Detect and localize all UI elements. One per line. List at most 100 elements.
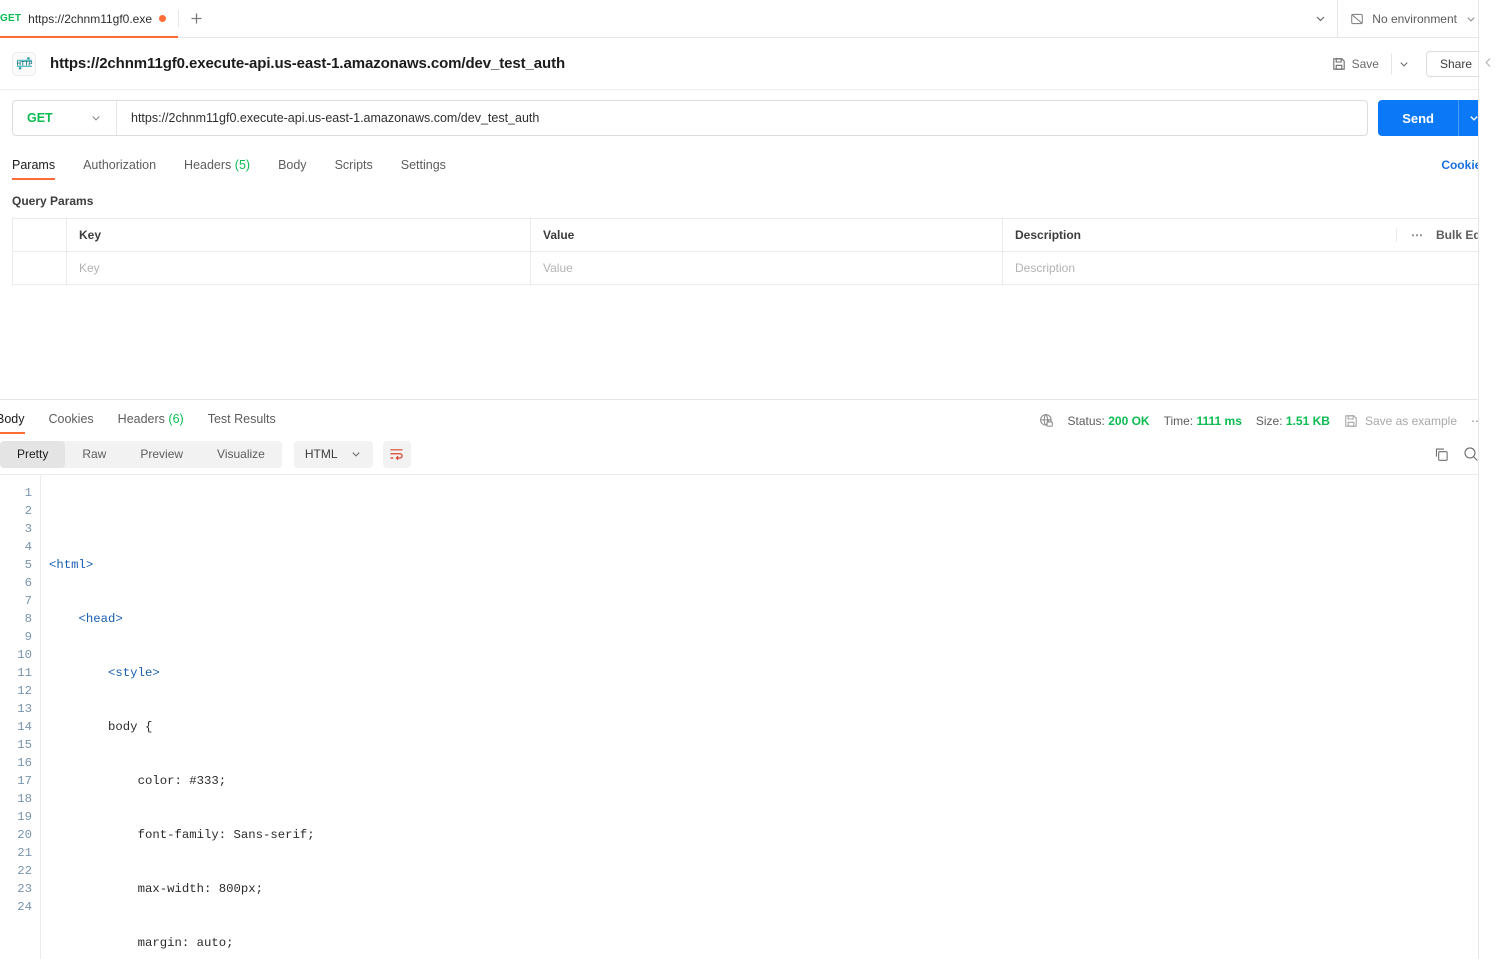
unsaved-dot-icon [159,15,167,22]
line-number: 22 [17,864,32,878]
bulk-edit-controls: ⋯ Bulk Edit [1395,228,1488,242]
format-label: HTML [304,447,338,461]
send-button[interactable]: Send [1378,100,1458,136]
status-label-group: Status: 200 OK [1068,414,1150,428]
tab-authorization-label: Authorization [83,158,157,172]
code-line-7: max-width: 800px; [41,880,1500,898]
svg-text:HTTP: HTTP [16,61,32,67]
line-number: 16 [17,756,32,770]
line-number: 15 [17,738,32,752]
code-content[interactable]: <html> <head> <style> body { color: #333… [40,475,1500,959]
tab-bar-spacer [213,0,1303,37]
row-checkbox-cell[interactable] [13,252,67,284]
collapse-panel-icon[interactable] [1484,57,1493,68]
tab-headers-label: Headers [184,158,232,172]
code-token: <style> [108,666,160,680]
time-label: Time: [1163,413,1194,428]
tab-headers-count: (5) [234,158,251,172]
table-header-row: Key Value Description ⋯ Bulk Edit [13,219,1488,252]
response-tab-headers[interactable]: Headers (6) [118,412,184,434]
word-wrap-button[interactable] [382,440,411,468]
tab-settings[interactable]: Settings [401,158,446,180]
chevron-down-icon [90,112,102,124]
line-number: 9 [24,630,32,644]
save-button[interactable]: Save [1324,52,1387,76]
line-number: 24 [17,900,32,914]
status-value: 200 OK [1108,413,1150,428]
copy-button[interactable] [1426,441,1456,468]
send-button-group: Send [1378,100,1488,136]
tab-scripts[interactable]: Scripts [335,158,373,180]
environment-label: No environment [1372,11,1457,26]
chevron-down-icon [350,448,362,460]
size-label-group: Size: 1.51 KB [1256,414,1330,428]
tab-bar-right-controls: No environment [1303,0,1500,37]
column-header-key: Key [67,219,531,251]
new-tab-button[interactable] [179,0,213,37]
save-as-example-button[interactable]: Save as example [1344,414,1457,428]
tab-params[interactable]: Params [12,158,56,180]
response-view-toolbar: Pretty Raw Preview Visualize HTML [0,434,1500,474]
segment-raw[interactable]: Raw [65,441,123,468]
line-number: 14 [17,720,32,734]
response-tab-test-results-label: Test Results [207,412,276,426]
tab-overflow-button[interactable] [1303,0,1337,37]
line-number: 12 [17,684,32,698]
http-icon: HTTP [12,51,36,76]
network-lock-icon [1039,413,1054,428]
chevron-down-icon [1465,13,1477,25]
save-options-button[interactable] [1390,52,1416,75]
code-line-6: font-family: Sans-serif; [41,826,1500,844]
response-tab-test-results[interactable]: Test Results [208,412,276,434]
table-row: Key Value Description [13,252,1488,285]
line-number: 4 [24,540,32,554]
line-number: 21 [17,846,32,860]
environment-selector[interactable]: No environment [1337,0,1487,37]
code-token: <html> [49,558,94,572]
param-key-input[interactable]: Key [67,252,531,284]
time-label-group: Time: 1111 ms [1164,414,1242,428]
response-body-code[interactable]: 1 2 3 4 5 6 7 8 9 10 11 12 13 14 15 16 17 18 19 20 21 22 23 24 … [0,474,1500,959]
param-value-input[interactable]: Value [531,252,1003,284]
line-number: 17 [17,774,32,788]
line-number: 11 [17,666,32,680]
format-selector[interactable]: HTML [293,440,373,468]
select-all-cell[interactable] [13,219,67,251]
segment-visualize[interactable]: Visualize [200,441,282,468]
search-icon [1463,446,1479,462]
line-number: 3 [24,522,32,536]
param-description-input[interactable]: Description [1003,252,1488,284]
code-line-2: <head> [41,610,1500,628]
url-input[interactable]: https://2chnm11gf0.execute-api.us-east-1… [117,111,1367,125]
code-token: max-width: 800px; [137,882,264,896]
url-bar: GET https://2chnm11gf0.execute-api.us-ea… [12,100,1369,136]
floppy-disk-icon [1332,57,1346,71]
ellipsis-icon[interactable]: ⋯ [1411,228,1424,242]
code-token: <head> [78,612,123,626]
tab-authorization[interactable]: Authorization [83,158,156,180]
query-params-title: Query Params [12,194,94,208]
response-tab-cookies[interactable]: Cookies [49,412,94,434]
segment-preview[interactable]: Preview [123,441,200,468]
code-line-4: body { [41,718,1500,736]
response-format-segments: Pretty Raw Preview Visualize [0,440,282,468]
column-header-value: Value [531,219,1003,251]
response-tab-body[interactable]: Body [0,412,25,434]
tab-method-label: GET [0,13,22,24]
request-tab[interactable]: GET https://2chnm11gf0.exe [0,0,179,38]
tab-body-label: Body [278,158,307,172]
code-line-8: margin: auto; [41,934,1500,952]
tab-title: https://2chnm11gf0.exe [28,11,153,26]
save-label: Save [1351,56,1379,71]
request-header: HTTP https://2chnm11gf0.execute-api.us-e… [0,38,1500,90]
tab-body[interactable]: Body [278,158,307,180]
share-button[interactable]: Share [1425,50,1486,77]
response-tab-headers-label: Headers [117,412,165,426]
status-label: Status: [1067,413,1105,428]
code-line-1: <html> [41,556,1500,574]
tab-headers[interactable]: Headers (5) [184,158,250,180]
response-tabs-row: Body Cookies Headers (6) Test Results St… [0,400,1500,434]
method-selector[interactable]: GET [13,101,117,135]
tab-scripts-label: Scripts [334,158,373,172]
segment-pretty[interactable]: Pretty [0,440,66,468]
